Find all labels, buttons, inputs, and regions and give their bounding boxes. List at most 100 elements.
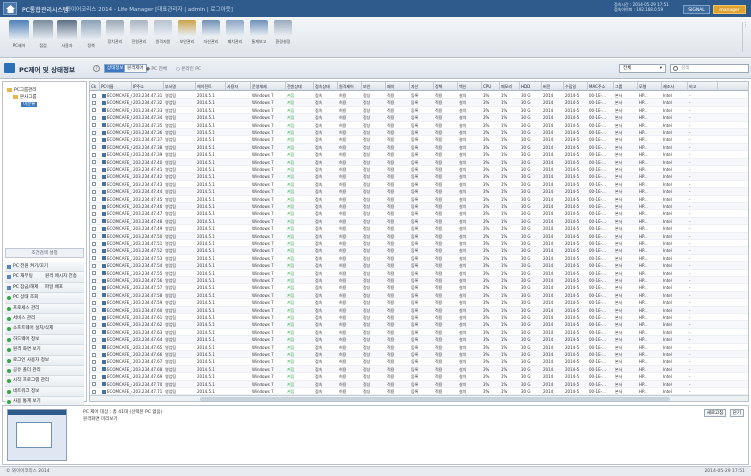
row-checkbox[interactable]: [92, 241, 96, 246]
row-checkbox[interactable]: [92, 182, 96, 187]
row-checkbox[interactable]: [92, 234, 96, 239]
column-header[interactable]: 부서명: [164, 82, 196, 91]
column-header[interactable]: 버전: [542, 82, 564, 91]
column-header[interactable]: 전원상태: [286, 82, 314, 91]
menu-item-5[interactable]: 서비스 관리: [5, 313, 84, 325]
row-checkbox[interactable]: [92, 389, 96, 394]
table-row[interactable]: ECOMCAFE_25203.234.47.55영업팀 2014.5.1 Windo…: [90, 270, 748, 277]
row-checkbox[interactable]: [92, 367, 96, 372]
row-checkbox[interactable]: [92, 322, 96, 327]
table-row[interactable]: ECOMCAFE_19203.234.47.49영업팀 2014.5.1 Windo…: [90, 225, 748, 233]
row-checkbox[interactable]: [92, 359, 96, 364]
menu-item-1[interactable]: PC 재부팅 원격 메시지 전송: [5, 272, 84, 283]
radio-online-pc[interactable]: ○ 온라인 PC: [176, 66, 201, 72]
table-row[interactable]: ECOMCAFE_33203.234.47.63영업팀 2014.5.1 Windo…: [90, 329, 748, 337]
menu-item-7[interactable]: 하드웨어 정보: [5, 334, 84, 346]
row-checkbox[interactable]: [92, 278, 96, 283]
table-row[interactable]: ECOMCAFE_22203.234.47.52영업팀 2014.5.1 Windo…: [90, 247, 748, 255]
table-row[interactable]: ECOMCAFE_28203.234.47.58영업팀 2014.5.1 Windo…: [90, 291, 748, 300]
table-row[interactable]: ECOMCAFE_38203.234.47.68영업팀 2014.5.1 Windo…: [90, 365, 748, 374]
row-checkbox[interactable]: [92, 382, 96, 387]
row-checkbox[interactable]: [92, 352, 96, 357]
toolbar-item-10[interactable]: 통계보고: [248, 20, 270, 54]
table-row[interactable]: ECOMCAFE_10203.234.47.40영업팀 2014.5.1 Windo…: [90, 158, 748, 166]
table-row[interactable]: ECOMCAFE_05203.234.47.35영업팀 2014.5.1 Windo…: [90, 122, 748, 129]
row-checkbox[interactable]: [92, 219, 96, 224]
row-checkbox[interactable]: [92, 108, 96, 113]
column-header[interactable]: 모델: [638, 82, 662, 91]
toolbar-item-1[interactable]: 점검: [32, 20, 54, 54]
menu-item-3[interactable]: PC 상태 조회: [5, 293, 84, 304]
table-row[interactable]: ECOMCAFE_34203.234.47.64영업팀 2014.5.1 Windo…: [90, 336, 748, 344]
table-row[interactable]: ECOMCAFE_15203.234.47.45영업팀 2014.5.1 Windo…: [90, 196, 748, 203]
table-row[interactable]: ECOMCAFE_37203.234.47.67영업팀 2014.5.1 Windo…: [90, 358, 748, 366]
menu-item-10[interactable]: 공유 폴더 관리: [5, 365, 84, 377]
menu-item-6[interactable]: 소프트웨어 설치/삭제: [5, 324, 84, 335]
row-checkbox[interactable]: [92, 93, 96, 98]
column-header[interactable]: 에이전트: [196, 82, 226, 91]
column-header[interactable]: PC이름: [100, 82, 132, 91]
row-checkbox[interactable]: [92, 293, 96, 298]
row-checkbox[interactable]: [92, 315, 96, 320]
table-row[interactable]: ECOMCAFE_02203.234.47.32영업팀 2014.5.1 Windo…: [90, 99, 748, 107]
row-checkbox[interactable]: [92, 189, 96, 194]
row-checkbox[interactable]: [92, 248, 96, 253]
table-row[interactable]: ECOMCAFE_11203.234.47.41영업팀 2014.5.1 Windo…: [90, 166, 748, 174]
menu-item-12[interactable]: 네트워크 정보: [5, 386, 84, 398]
help-icon[interactable]: ?: [93, 65, 100, 72]
scrollbar-thumb[interactable]: [200, 397, 670, 401]
menu-item-2[interactable]: PC 잠금/해제 파일 배포: [5, 282, 84, 294]
row-checkbox[interactable]: [92, 137, 96, 142]
table-row[interactable]: ECOMCAFE_18203.234.47.48영업팀 2014.5.1 Windo…: [90, 217, 748, 226]
search-input[interactable]: 검색: [670, 64, 749, 73]
table-row[interactable]: ECOMCAFE_23203.234.47.53영업팀 2014.5.1 Windo…: [90, 255, 748, 263]
row-checkbox[interactable]: [92, 145, 96, 150]
row-checkbox[interactable]: [92, 130, 96, 135]
column-header[interactable]: 그룹: [614, 82, 638, 91]
row-checkbox[interactable]: [92, 285, 96, 290]
row-checkbox[interactable]: [92, 174, 96, 179]
table-row[interactable]: ECOMCAFE_39203.234.47.69영업팀 2014.5.1 Windo…: [90, 373, 748, 381]
table-row[interactable]: ECOMCAFE_27203.234.47.57영업팀 2014.5.1 Windo…: [90, 284, 748, 292]
horizontal-scrollbar[interactable]: [90, 395, 748, 401]
toolbar-item-5[interactable]: 전원관리: [128, 20, 150, 54]
table-row[interactable]: ECOMCAFE_09203.234.47.39영업팀 2014.5.1 Windo…: [90, 151, 748, 159]
toolbar-item-9[interactable]: 패치관리: [224, 20, 246, 54]
row-checkbox[interactable]: [92, 226, 96, 231]
column-header[interactable]: IP주소: [132, 82, 164, 91]
table-row[interactable]: ECOMCAFE_14203.234.47.44영업팀 2014.5.1 Windo…: [90, 188, 748, 196]
column-header[interactable]: 비고: [688, 82, 718, 91]
row-checkbox[interactable]: [92, 300, 96, 305]
screen-preview-thumbnail[interactable]: [7, 409, 67, 461]
row-checkbox[interactable]: [92, 374, 96, 379]
tab-remote[interactable]: 원격제어: [124, 64, 147, 73]
table-row[interactable]: ECOMCAFE_32203.234.47.62영업팀 2014.5.1 Windo…: [90, 321, 748, 329]
table-row[interactable]: ECOMCAFE_40203.234.47.70영업팀 2014.5.1 Windo…: [90, 380, 748, 388]
column-header[interactable]: 수집일: [564, 82, 588, 91]
menu-item-label-secondary[interactable]: 파일 배포: [45, 283, 63, 292]
toolbar-item-0[interactable]: PC제어: [8, 20, 30, 54]
table-row[interactable]: ECOMCAFE_26203.234.47.56영업팀 2014.5.1 Windo…: [90, 277, 748, 285]
row-checkbox[interactable]: [92, 308, 96, 313]
row-checkbox[interactable]: [92, 100, 96, 105]
table-row[interactable]: ECOMCAFE_35203.234.47.65영업팀 2014.5.1 Windo…: [90, 344, 748, 351]
column-header[interactable]: 패치: [386, 82, 410, 91]
table-row[interactable]: ECOMCAFE_36203.234.47.66영업팀 2014.5.1 Windo…: [90, 351, 748, 359]
column-header[interactable]: HDD: [520, 82, 542, 91]
radio-all-pc[interactable]: ● PC 전체: [146, 66, 167, 72]
row-checkbox[interactable]: [92, 337, 96, 342]
table-row[interactable]: ECOMCAFE_16203.234.47.46영업팀 2014.5.1 Windo…: [90, 203, 748, 211]
row-checkbox[interactable]: [92, 115, 96, 120]
close-button[interactable]: 닫기: [729, 409, 744, 417]
table-row[interactable]: ECOMCAFE_17203.234.47.47영업팀 2014.5.1 Windo…: [90, 210, 748, 218]
row-checkbox[interactable]: [92, 211, 96, 216]
row-checkbox[interactable]: [92, 160, 96, 165]
home-button[interactable]: [3, 2, 17, 15]
table-row[interactable]: ECOMCAFE_08203.234.47.38영업팀 2014.5.1 Windo…: [90, 143, 748, 152]
column-header[interactable]: 백신: [458, 82, 482, 91]
table-row[interactable]: ECOMCAFE_04203.234.47.34영업팀 2014.5.1 Windo…: [90, 114, 748, 122]
row-checkbox[interactable]: [92, 152, 96, 157]
row-checkbox[interactable]: [92, 204, 96, 209]
column-header[interactable]: 사용자: [226, 82, 251, 91]
column-header[interactable]: Ck: [90, 82, 100, 91]
